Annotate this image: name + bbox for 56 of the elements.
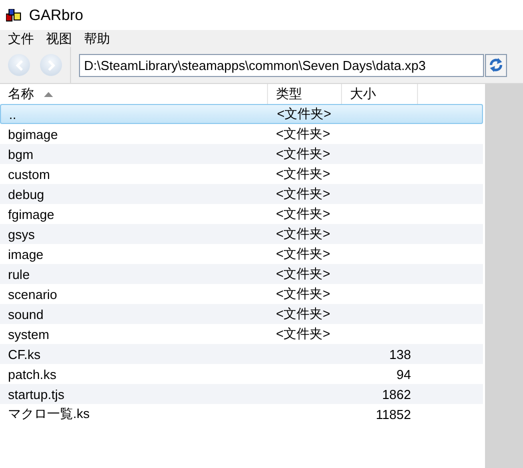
size-cell-text: 1862	[381, 386, 411, 402]
name-cell-text: bgimage	[7, 126, 59, 142]
type-cell-text: <文件夹>	[275, 205, 332, 223]
name-cell-text: sound	[7, 306, 44, 322]
name-cell-text: fgimage	[7, 206, 56, 222]
type-cell-text: <文件夹>	[275, 305, 332, 323]
type-cell-text: <文件夹>	[275, 145, 332, 163]
file-row[interactable]: system <文件夹>	[0, 324, 483, 344]
file-row[interactable]: CF.ks 138	[0, 344, 483, 364]
type-cell-text: <文件夹>	[275, 165, 332, 183]
file-row[interactable]: custom <文件夹>	[0, 164, 483, 184]
file-row[interactable]: sound <文件夹>	[0, 304, 483, 324]
menu-item[interactable]: 帮助	[80, 30, 118, 47]
file-row[interactable]: .. <文件夹>	[0, 104, 483, 124]
type-cell-text: <文件夹>	[276, 105, 332, 123]
name-cell-text: gsys	[7, 226, 36, 242]
menu-item[interactable]: 视图	[42, 30, 80, 47]
file-row[interactable]: マクロ一覧.ks 11852	[0, 404, 483, 424]
file-row[interactable]: gsys <文件夹>	[0, 224, 483, 244]
name-cell-text: debug	[7, 186, 46, 202]
name-cell-text: custom	[7, 166, 51, 182]
type-cell-text: <文件夹>	[275, 325, 332, 343]
app-icon	[6, 8, 21, 22]
file-row[interactable]: patch.ks 94	[0, 364, 483, 384]
name-cell-text: ..	[8, 106, 18, 122]
refresh-button[interactable]	[485, 54, 507, 76]
file-row[interactable]: fgimage <文件夹>	[0, 204, 483, 224]
name-cell-text: startup.tjs	[7, 386, 66, 402]
name-cell-text: patch.ks	[7, 366, 58, 382]
file-row[interactable]: bgimage <文件夹>	[0, 124, 483, 144]
name-cell-text: CF.ks	[7, 346, 42, 362]
file-row[interactable]: rule <文件夹>	[0, 264, 483, 284]
file-row[interactable]: startup.tjs 1862	[0, 384, 483, 404]
file-row[interactable]: bgm <文件夹>	[0, 144, 483, 164]
refresh-icon	[489, 57, 503, 73]
type-cell-text: <文件夹>	[275, 185, 332, 203]
window-title: GARbro	[29, 6, 84, 24]
name-cell-text: bgm	[7, 146, 34, 162]
file-row[interactable]: scenario <文件夹>	[0, 284, 483, 304]
name-cell-text: マクロ一覧.ks	[7, 405, 91, 423]
address-field[interactable]: D:\SteamLibrary\steamapps\common\Seven Days\data.xp3	[79, 54, 484, 76]
type-cell-text: <文件夹>	[275, 265, 332, 283]
type-cell-text: <文件夹>	[275, 125, 332, 143]
name-cell-text: scenario	[7, 286, 58, 302]
file-row[interactable]: debug <文件夹>	[0, 184, 483, 204]
type-cell-text: <文件夹>	[275, 245, 332, 263]
menu-item[interactable]: 文件	[4, 30, 42, 47]
size-cell-text: 94	[396, 366, 411, 382]
name-cell-text: rule	[7, 266, 31, 282]
size-cell-text: 11852	[374, 406, 411, 422]
type-cell-text: <文件夹>	[275, 225, 332, 243]
file-row[interactable]: image <文件夹>	[0, 244, 483, 264]
size-cell-text: 138	[388, 346, 411, 362]
name-cell-text: system	[7, 326, 50, 342]
name-cell-text: image	[7, 246, 44, 262]
type-cell-text: <文件夹>	[275, 285, 332, 303]
